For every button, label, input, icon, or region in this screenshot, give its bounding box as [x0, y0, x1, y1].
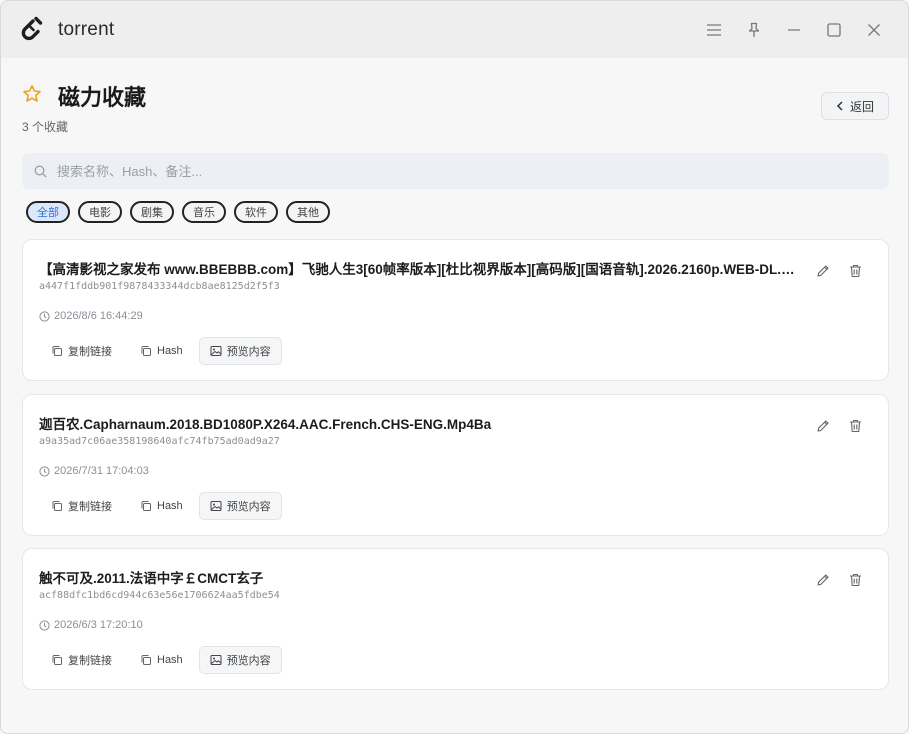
favorite-card: 迦百农.Capharnaum.2018.BD1080P.X264.AAC.Fre…	[22, 394, 889, 536]
copy-link-button[interactable]: 复制链接	[45, 492, 118, 520]
app-title: torrent	[58, 18, 115, 40]
copy-hash-button[interactable]: Hash	[134, 492, 189, 520]
preview-label: 预览内容	[226, 655, 271, 667]
favorite-card: 触不可及.2011.法语中字￡CMCT玄子 acf88dfc1bd6cd944c…	[22, 548, 889, 690]
card-title: 触不可及.2011.法语中字￡CMCT玄子	[39, 571, 264, 586]
search-icon	[34, 165, 47, 177]
menu-icon[interactable]	[694, 10, 734, 50]
card-timestamp: 2026/6/3 17:20:10	[39, 619, 143, 631]
copy-hash-label: Hash	[157, 345, 183, 357]
preview-button[interactable]: 预览内容	[198, 337, 282, 365]
trash-icon	[849, 419, 861, 433]
card-timestamp: 2026/7/31 17:04:03	[39, 465, 149, 477]
filter-chip-music[interactable]: 音乐	[182, 201, 226, 223]
filter-chip-all[interactable]: 全部	[26, 201, 70, 223]
clock-icon	[39, 310, 50, 322]
category-filters: 全部 电影 剧集 音乐 软件 其他	[26, 201, 330, 223]
image-icon	[210, 501, 222, 511]
card-actions: 复制链接 Hash 预览内容	[45, 492, 282, 520]
close-icon[interactable]	[854, 10, 894, 50]
copy-icon	[141, 346, 151, 356]
filter-chip-other[interactable]: 其他	[286, 201, 330, 223]
clock-icon	[39, 465, 50, 477]
image-icon	[210, 655, 222, 665]
card-time-text: 2026/7/31 17:04:03	[54, 465, 149, 477]
copy-icon	[52, 655, 62, 665]
card-title: 【高清影视之家发布 www.BBEBBB.com】飞驰人生3[60帧率版本][杜…	[39, 262, 799, 277]
copy-hash-label: Hash	[157, 654, 183, 666]
clock-icon	[39, 619, 50, 631]
delete-button[interactable]	[844, 260, 866, 282]
copy-icon	[141, 501, 151, 511]
trash-icon	[849, 573, 861, 587]
image-icon	[210, 346, 222, 356]
page-title: 磁力收藏	[58, 85, 147, 110]
pencil-icon	[817, 420, 829, 432]
preview-button[interactable]: 预览内容	[198, 492, 282, 520]
copy-icon	[141, 655, 151, 665]
card-title: 迦百农.Capharnaum.2018.BD1080P.X264.AAC.Fre…	[39, 417, 492, 432]
maximize-icon[interactable]	[814, 10, 854, 50]
main-content: 磁力收藏 3 个收藏 返回 全部 电影 剧集 音乐 软件 其他 【高清影视之家发…	[22, 58, 889, 690]
edit-button[interactable]	[812, 569, 834, 591]
copy-hash-button[interactable]: Hash	[134, 337, 189, 365]
card-hash: a9a35ad7c06ae358198640afc74fb75ad0ad9a27	[39, 436, 280, 447]
edit-button[interactable]	[812, 415, 834, 437]
delete-button[interactable]	[844, 569, 866, 591]
edit-button[interactable]	[812, 260, 834, 282]
card-time-text: 2026/6/3 17:20:10	[54, 619, 143, 631]
copy-link-label: 复制链接	[68, 501, 112, 513]
preview-label: 预览内容	[226, 346, 271, 358]
copy-icon	[52, 501, 62, 511]
card-timestamp: 2026/8/6 16:44:29	[39, 310, 143, 322]
filter-chip-software[interactable]: 软件	[234, 201, 278, 223]
star-icon	[23, 85, 41, 102]
trash-icon	[849, 264, 861, 278]
card-actions: 复制链接 Hash 预览内容	[45, 646, 282, 674]
card-hash: acf88dfc1bd6cd944c63e56e1706624aa5fdbe54	[39, 590, 280, 601]
copy-hash-button[interactable]: Hash	[134, 646, 189, 674]
pencil-icon	[817, 265, 829, 277]
pin-icon[interactable]	[734, 10, 774, 50]
search-input[interactable]	[57, 163, 837, 179]
card-actions: 复制链接 Hash 预览内容	[45, 337, 282, 365]
favorite-card: 【高清影视之家发布 www.BBEBBB.com】飞驰人生3[60帧率版本][杜…	[22, 239, 889, 381]
search-bar	[22, 153, 889, 189]
back-button-label: 返回	[849, 99, 874, 114]
copy-link-button[interactable]: 复制链接	[45, 337, 118, 365]
back-button[interactable]: 返回	[821, 92, 889, 120]
preview-label: 预览内容	[226, 501, 271, 513]
preview-button[interactable]: 预览内容	[198, 646, 282, 674]
pencil-icon	[817, 574, 829, 586]
favorites-count: 3 个收藏	[22, 120, 69, 134]
copy-link-button[interactable]: 复制链接	[45, 646, 118, 674]
card-time-text: 2026/8/6 16:44:29	[54, 310, 143, 322]
magnet-logo-icon	[15, 15, 45, 45]
copy-link-label: 复制链接	[68, 655, 112, 667]
filter-chip-series[interactable]: 剧集	[130, 201, 174, 223]
delete-button[interactable]	[844, 415, 866, 437]
title-bar: torrent	[1, 1, 908, 58]
copy-icon	[52, 346, 62, 356]
minimize-icon[interactable]	[774, 10, 814, 50]
card-hash: a447f1fddb901f9878433344dcb8ae8125d2f5f3	[39, 281, 280, 292]
copy-link-label: 复制链接	[68, 346, 112, 358]
copy-hash-label: Hash	[157, 500, 183, 512]
window-controls	[694, 1, 894, 58]
filter-chip-movies[interactable]: 电影	[78, 201, 122, 223]
chevron-left-icon	[836, 101, 843, 111]
app-window: torrent 磁力收藏 3 个收藏 返回 搜索名称、Hash、备注... 全部…	[0, 0, 909, 734]
page-header: 磁力收藏 3 个收藏 返回	[22, 58, 889, 153]
